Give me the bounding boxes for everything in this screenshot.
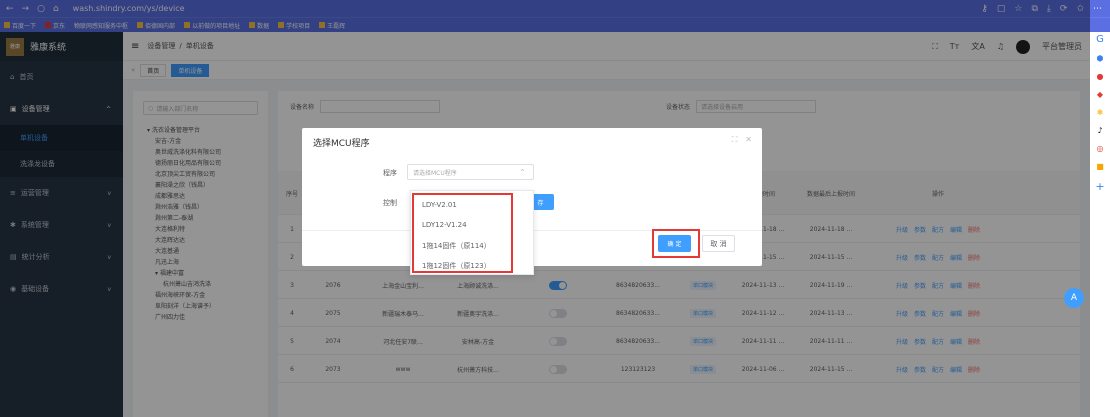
assistant-icon[interactable]: A: [1064, 288, 1084, 308]
control-label: 控制: [383, 199, 397, 207]
game-controller-icon[interactable]: ◎: [1097, 144, 1104, 153]
cancel-button[interactable]: 取 消: [702, 235, 735, 252]
confirm-highlight-box: [652, 229, 700, 258]
browser-sidebar: G ⬢ ● ◆ ✱ ♪ ◎ ■ +: [1090, 32, 1110, 417]
close-icon[interactable]: ✕: [745, 135, 752, 145]
shopping-icon[interactable]: ◆: [1097, 90, 1103, 99]
maximize-icon[interactable]: ⛶: [732, 135, 738, 145]
outlook-icon[interactable]: ■: [1096, 162, 1104, 171]
dialog-tools: ⛶ ✕: [732, 135, 752, 145]
add-icon[interactable]: +: [1095, 180, 1104, 193]
dialog-title: 选择MCU程序: [313, 139, 370, 149]
copilot-icon[interactable]: G: [1096, 34, 1104, 45]
program-label: 程序: [383, 169, 397, 177]
pin-icon[interactable]: ⬢: [1097, 54, 1104, 63]
sparkle-icon[interactable]: ✱: [1097, 108, 1104, 117]
tiktok-icon[interactable]: ♪: [1097, 126, 1102, 135]
game-icon[interactable]: ●: [1097, 72, 1104, 81]
more-icon[interactable]: ⋯: [1093, 4, 1102, 14]
mcu-program-select[interactable]: 请选择MCU程序 ^: [407, 164, 534, 180]
chevron-up-icon: ^: [519, 168, 525, 176]
dropdown-highlight-box: [412, 193, 513, 273]
